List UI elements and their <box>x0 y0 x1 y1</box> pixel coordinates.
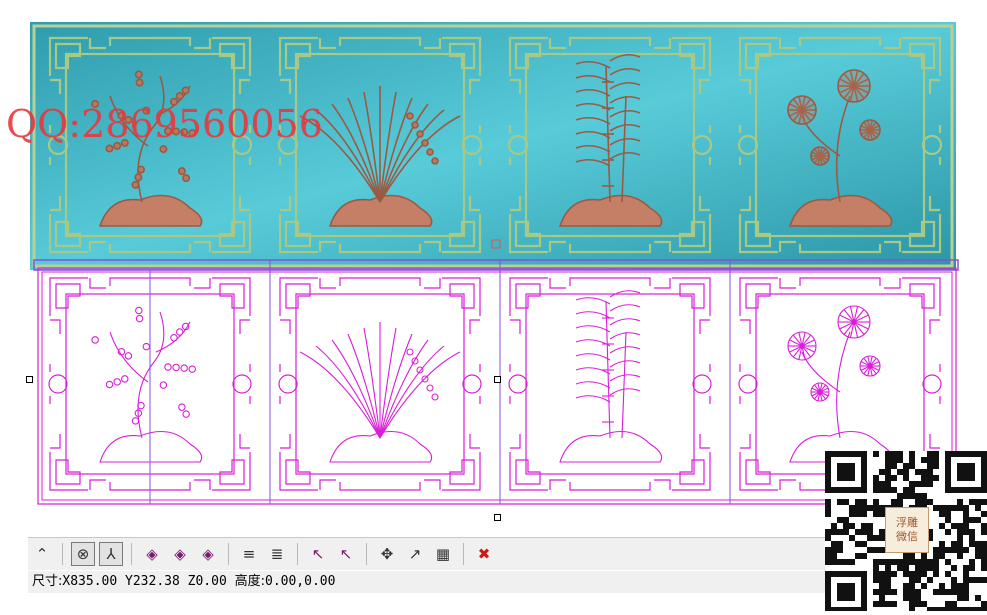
qr-badge-line1: 浮雕 <box>896 516 918 529</box>
select-point-icon: ↖ <box>311 545 325 563</box>
vector-panel-bamboo <box>508 277 712 491</box>
y-value: Y232.38 <box>125 574 180 589</box>
bottom-toolbar: ⌃ ⊗ ⅄ ◈ ◈ ◈ ≡ ≣ ↖ ↖ ✥ ↗ ▦ ✖ <box>28 537 828 570</box>
z-value: Z0.00 <box>187 574 227 589</box>
vector-view[interactable] <box>30 258 960 518</box>
diamond-node-button[interactable]: ◈ <box>140 542 164 566</box>
toolbar-separator <box>463 543 464 565</box>
toolbar-buttons: ⌃ ⊗ ⅄ ◈ ◈ ◈ ≡ ≣ ↖ ↖ ✥ ↗ ▦ ✖ <box>28 542 498 566</box>
target-circle-icon: ⊗ <box>76 545 90 563</box>
height-value: 0.00,0.00 <box>265 574 336 589</box>
watermark-text: QQ:2869560056 <box>6 102 323 146</box>
grid-edit-icon: ▦ <box>435 545 451 563</box>
orchid-motif <box>299 322 461 463</box>
diamond-arrow-button[interactable]: ◈ <box>168 542 192 566</box>
qr-code: 浮雕 微信 <box>825 451 987 613</box>
target-circle-button[interactable]: ⊗ <box>71 542 95 566</box>
plum-blossom-motif <box>91 306 203 463</box>
diamond-node-icon: ◈ <box>146 545 158 563</box>
x-value: X835.00 <box>62 574 118 589</box>
height-label: 高度: <box>234 574 265 589</box>
bamboo-motif <box>559 290 663 463</box>
selection-handle-left[interactable] <box>26 376 33 383</box>
transform-node-icon: ✥ <box>380 545 394 563</box>
toolbar-separator <box>297 543 298 565</box>
select-point-button[interactable]: ↖ <box>306 542 330 566</box>
edit-curve-icon: ↗ <box>408 545 422 563</box>
diamond-arrow-icon: ◈ <box>174 545 186 563</box>
chrysanthemum-motif <box>787 305 893 463</box>
axis-icon: ⅄ <box>106 545 116 563</box>
qr-badge: 浮雕 微信 <box>885 507 929 553</box>
fret-frame <box>508 277 712 491</box>
vector-panel-orchid <box>278 277 482 491</box>
diamond-cross-button[interactable]: ◈ <box>196 542 220 566</box>
delete-x-icon: ✖ <box>477 545 491 563</box>
axis-button[interactable]: ⅄ <box>99 542 123 566</box>
layer-base-icon: ≡ <box>242 545 256 563</box>
small-arrow-icon: ⌃ <box>35 545 49 563</box>
toolbar-separator <box>62 543 63 565</box>
deselect-point-icon: ↖ <box>339 545 353 563</box>
layer-stack-icon: ≣ <box>270 545 284 563</box>
size-label: 尺寸: <box>32 574 63 589</box>
relief-preview <box>30 22 956 270</box>
transform-node-button[interactable]: ✥ <box>375 542 399 566</box>
toolbar-separator <box>228 543 229 565</box>
diamond-cross-icon: ◈ <box>202 545 214 563</box>
selection-handle-bottom[interactable] <box>494 514 501 521</box>
small-arrow-button[interactable]: ⌃ <box>30 542 54 566</box>
selection-handle-center[interactable] <box>494 376 501 383</box>
grid-edit-button[interactable]: ▦ <box>431 542 455 566</box>
delete-x-button[interactable]: ✖ <box>472 542 496 566</box>
layer-stack-button[interactable]: ≣ <box>265 542 289 566</box>
deselect-point-button[interactable]: ↖ <box>334 542 358 566</box>
toolbar-separator <box>366 543 367 565</box>
qr-badge-line2: 微信 <box>896 530 918 543</box>
toolbar-separator <box>131 543 132 565</box>
layer-base-button[interactable]: ≡ <box>237 542 261 566</box>
status-bar: 尺寸:X835.00 Y232.38 Z0.00 高度:0.00,0.00 <box>28 571 832 593</box>
relief-background <box>30 22 956 270</box>
edit-curve-button[interactable]: ↗ <box>403 542 427 566</box>
